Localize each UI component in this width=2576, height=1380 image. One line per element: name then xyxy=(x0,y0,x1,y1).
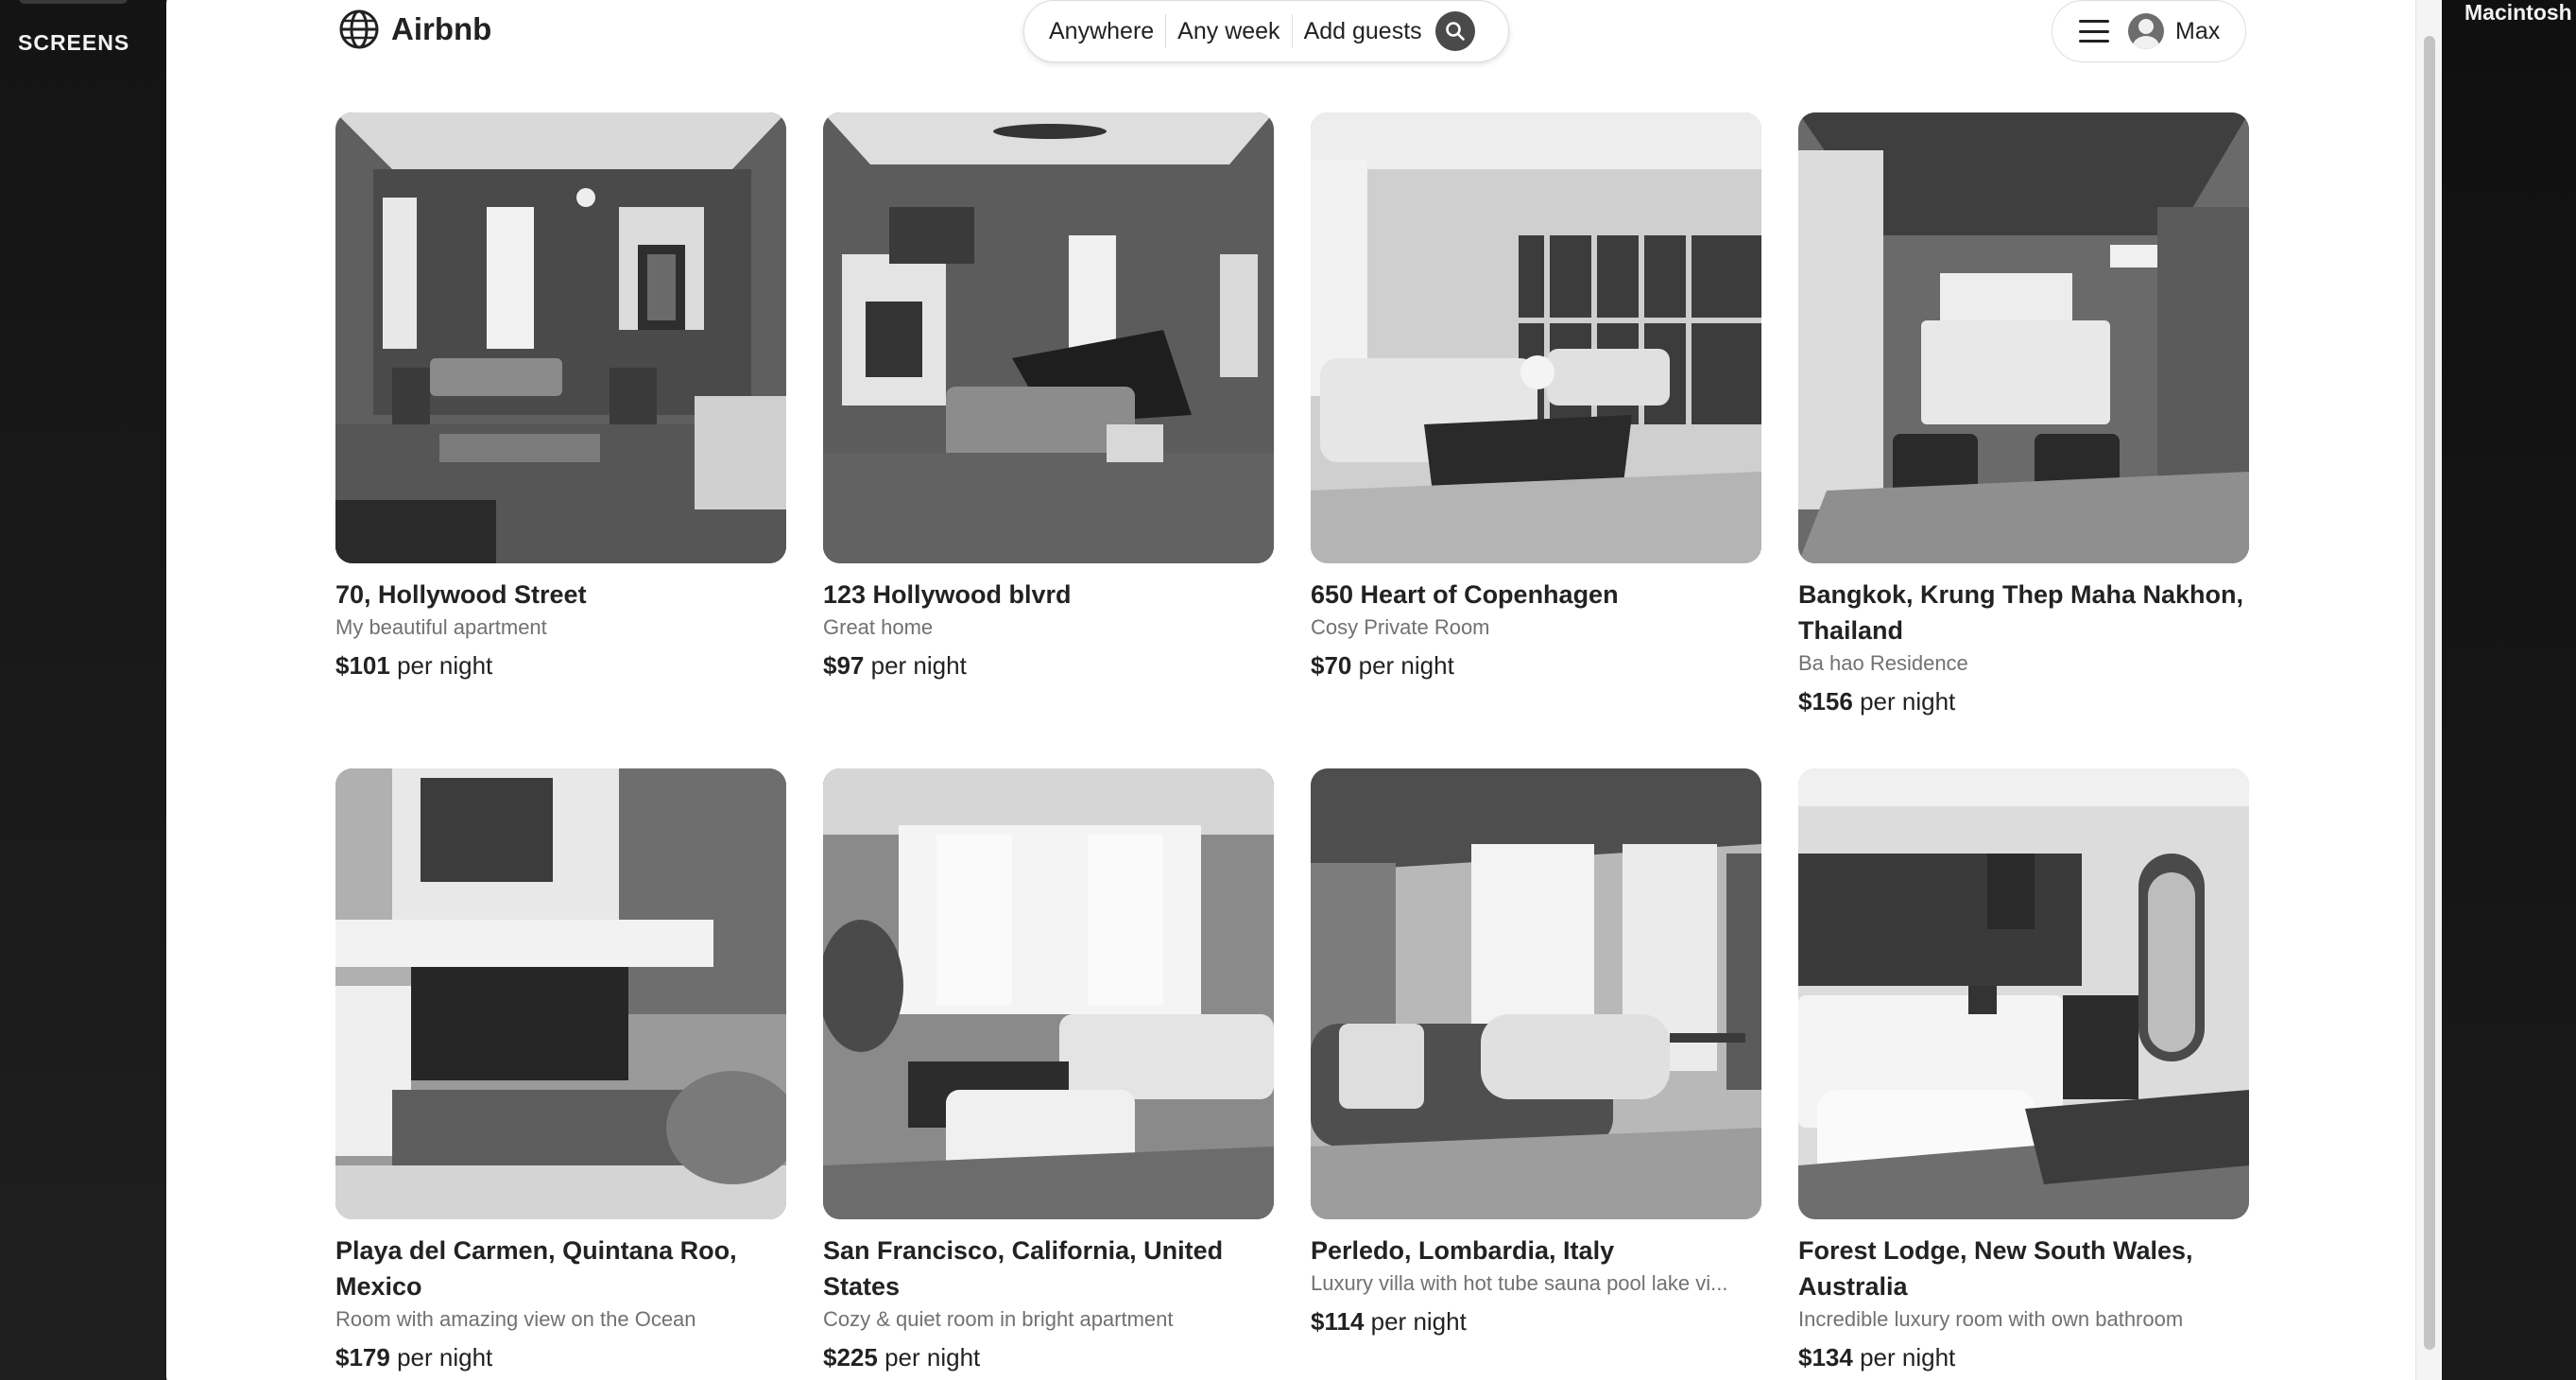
listing-photo[interactable] xyxy=(1798,768,2249,1219)
search-where-button[interactable]: Anywhere xyxy=(1049,18,1154,45)
price-amount: $225 xyxy=(823,1343,878,1371)
hamburger-menu-icon xyxy=(2079,20,2109,43)
listing-subtitle: Room with amazing view on the Ocean xyxy=(335,1307,696,1331)
forest-lodge-bedroom-photo xyxy=(1798,768,2249,1219)
search-divider xyxy=(1291,14,1293,48)
living-room-photo xyxy=(335,112,786,563)
listing-title: Perledo, Lombardia, Italy xyxy=(1311,1236,1615,1265)
search-divider xyxy=(1165,14,1167,48)
listing-title: Forest Lodge, New South Wales, Australia xyxy=(1798,1236,2193,1301)
vertical-scrollbar[interactable] xyxy=(2415,0,2442,1380)
listing-card[interactable]: 70, Hollywood Street My beautiful apartm… xyxy=(335,112,786,684)
search-button[interactable] xyxy=(1434,11,1475,51)
price-amount: $70 xyxy=(1311,651,1352,680)
listing-price: $101 per night xyxy=(335,647,786,684)
listing-photo[interactable] xyxy=(1311,768,1761,1219)
screens-sidebar: SCREENS xyxy=(0,0,166,1380)
user-menu-button[interactable]: Max xyxy=(2052,0,2246,62)
listing-photo[interactable] xyxy=(823,768,1274,1219)
listing-title: San Francisco, California, United States xyxy=(823,1236,1224,1301)
listing-title: 70, Hollywood Street xyxy=(335,580,587,609)
price-suffix: per night xyxy=(1860,687,1956,716)
search-when-button[interactable]: Any week xyxy=(1177,18,1279,45)
search-icon xyxy=(1445,22,1465,41)
right-desktop-strip xyxy=(2442,0,2576,1380)
user-name: Max xyxy=(2175,17,2221,44)
listing-title: Bangkok, Krung Thep Maha Nakhon, Thailan… xyxy=(1798,580,2244,645)
price-amount: $156 xyxy=(1798,687,1853,716)
perledo-villa-photo xyxy=(1311,768,1761,1219)
airbnb-logo[interactable]: Airbnb xyxy=(338,9,491,50)
price-amount: $114 xyxy=(1311,1307,1365,1336)
listing-card[interactable]: Forest Lodge, New South Wales, Australia… xyxy=(1798,768,2249,1376)
listing-subtitle: My beautiful apartment xyxy=(335,615,547,639)
listing-price: $134 per night xyxy=(1798,1338,2249,1376)
listing-subtitle: Cosy Private Room xyxy=(1311,615,1490,639)
listing-subtitle: Luxury villa with hot tube sauna pool la… xyxy=(1311,1271,1728,1295)
listing-price: $179 per night xyxy=(335,1338,786,1376)
listing-title: 650 Heart of Copenhagen xyxy=(1311,580,1619,609)
listing-price: $156 per night xyxy=(1798,682,2249,720)
browser-window: Airbnb Anywhere Any week Add guests Max xyxy=(166,0,2442,1380)
search-bar[interactable]: Anywhere Any week Add guests xyxy=(1023,0,1509,62)
price-suffix: per night xyxy=(1370,1307,1467,1336)
listing-price: $70 per night xyxy=(1311,647,1761,684)
price-suffix: per night xyxy=(870,651,967,680)
scrollbar-thumb[interactable] xyxy=(2424,36,2435,1350)
listing-subtitle: Great home xyxy=(823,615,934,639)
listing-price: $225 per night xyxy=(823,1338,1274,1376)
san-francisco-room-photo xyxy=(823,768,1274,1219)
listing-subtitle: Cozy & quiet room in bright apartment xyxy=(823,1307,1174,1331)
desktop-background: SCREENS Macintosh Airbnb Anywhere Any we… xyxy=(0,0,2576,1380)
listing-photo[interactable] xyxy=(335,112,786,563)
listing-card[interactable]: 650 Heart of Copenhagen Cosy Private Roo… xyxy=(1311,112,1761,684)
listing-price: $97 per night xyxy=(823,647,1274,684)
playa-del-carmen-house-photo xyxy=(335,768,786,1219)
listing-photo[interactable] xyxy=(335,768,786,1219)
avatar xyxy=(2128,13,2164,49)
macintosh-hd-label[interactable]: Macintosh xyxy=(2464,0,2572,26)
search-guests-button[interactable]: Add guests xyxy=(1304,18,1422,45)
bangkok-bedroom-photo xyxy=(1798,112,2249,563)
price-amount: $179 xyxy=(335,1343,390,1371)
listing-card[interactable]: 123 Hollywood blvrd Great home $97 per n… xyxy=(823,112,1274,684)
piano-room-photo xyxy=(823,112,1274,563)
sidebar-tab-handle[interactable] xyxy=(19,0,128,4)
listing-card[interactable]: Bangkok, Krung Thep Maha Nakhon, Thailan… xyxy=(1798,112,2249,720)
listing-subtitle: Incredible luxury room with own bathroom xyxy=(1798,1307,2184,1331)
globe-icon xyxy=(339,9,379,49)
listing-card[interactable]: Perledo, Lombardia, Italy Luxury villa w… xyxy=(1311,768,1761,1340)
logo-text: Airbnb xyxy=(391,11,492,46)
price-amount: $101 xyxy=(335,651,390,680)
listing-photo[interactable] xyxy=(823,112,1274,563)
screens-label: SCREENS xyxy=(18,30,130,55)
price-amount: $97 xyxy=(823,651,865,680)
listing-photo[interactable] xyxy=(1311,112,1761,563)
listing-price: $114 per night xyxy=(1311,1302,1761,1340)
price-suffix: per night xyxy=(397,651,493,680)
listing-title: Playa del Carmen, Quintana Roo, Mexico xyxy=(335,1236,737,1301)
price-suffix: per night xyxy=(1358,651,1454,680)
listing-card[interactable]: San Francisco, California, United States… xyxy=(823,768,1274,1376)
price-suffix: per night xyxy=(1860,1343,1956,1371)
listing-photo[interactable] xyxy=(1798,112,2249,563)
listing-subtitle: Ba hao Residence xyxy=(1798,651,1968,675)
price-suffix: per night xyxy=(884,1343,981,1371)
price-suffix: per night xyxy=(397,1343,493,1371)
listing-card[interactable]: Playa del Carmen, Quintana Roo, Mexico R… xyxy=(335,768,786,1376)
listing-title: 123 Hollywood blvrd xyxy=(823,580,1072,609)
price-amount: $134 xyxy=(1798,1343,1853,1371)
copenhagen-room-photo xyxy=(1311,112,1761,563)
